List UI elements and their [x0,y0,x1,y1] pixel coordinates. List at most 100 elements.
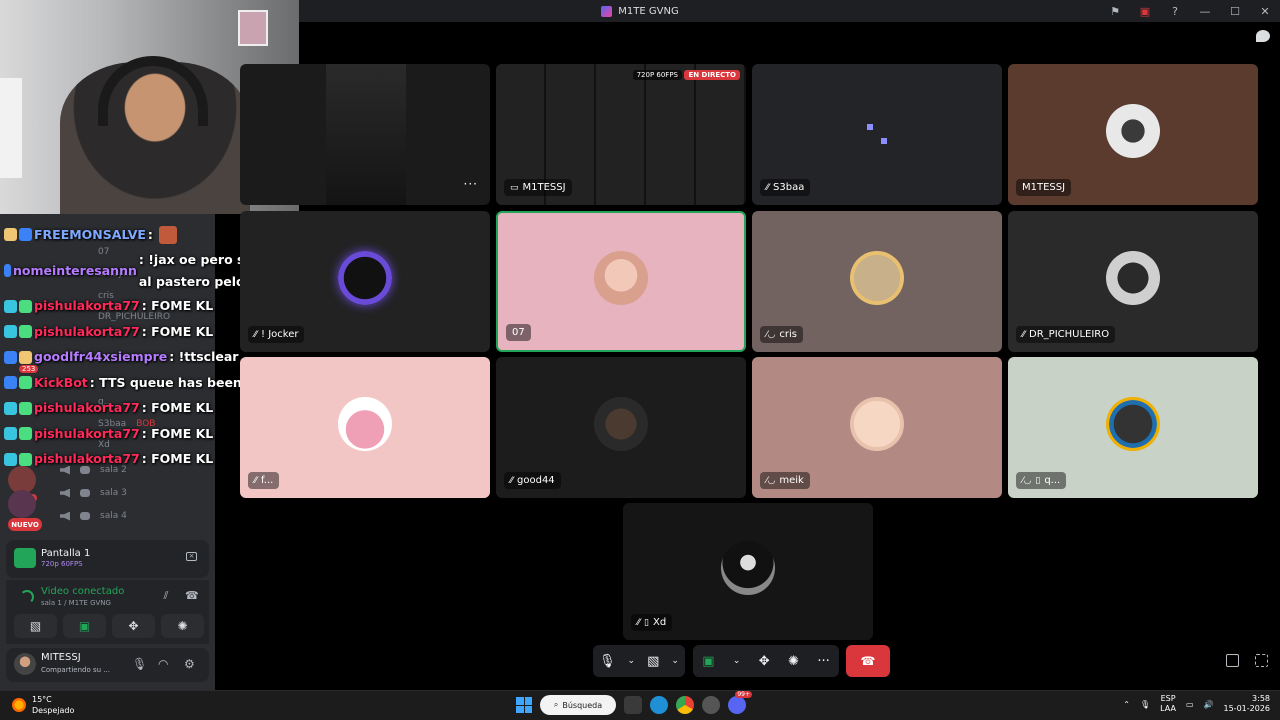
screen-icon: ▭ [510,182,519,193]
noise-suppression-icon[interactable]: ⫽ [160,590,172,602]
camera-off-icon[interactable]: ▧ [647,654,659,669]
task-view-icon[interactable] [624,696,642,714]
muted-mic-icon: ⁄⁄ [254,475,258,486]
video-tile[interactable]: ⁄⁄ DR_PICHULEIRO [1008,211,1258,352]
network-icon[interactable]: ▭ [1186,700,1194,709]
disconnect-button[interactable]: ☎ [846,645,890,677]
sub-badge-icon [19,299,32,313]
chrome-icon[interactable] [676,696,694,714]
voice-channel-path[interactable]: sala 1 / M1TE GVNG [41,599,111,607]
minimize-button[interactable]: — [1196,5,1214,18]
language-indicator[interactable]: ESP LAA [1160,694,1176,714]
search-icon: ⌕ [553,700,559,709]
tile-label: ⁄⁄ S3baa [760,179,811,196]
chat-text: : FOME KL [141,323,214,339]
settings-gear-icon[interactable]: ⚙ [184,657,195,671]
chat-username: pishulakorta77 [34,451,140,467]
pixel-icon [867,124,873,130]
disconnect-icon[interactable]: ☎ [185,590,199,602]
video-tile[interactable]: ⁄◡ meik [752,357,1002,498]
inbox-icon[interactable]: ▣ [1136,5,1154,18]
flag-icon[interactable]: ⚑ [1106,5,1124,18]
headphones-icon[interactable]: ◠ [158,657,168,671]
notification-badge: 99+ [735,691,752,698]
video-tile[interactable]: ⁄⁄ f... [240,357,490,498]
chevron-down-icon[interactable]: ⌄ [671,656,679,666]
voice-connection-panel: Video conectado sala 1 / M1TE GVNG ⫽ ☎ ▧… [6,580,209,644]
video-tile-stream[interactable]: 720P 60FPS EN DIRECTO ▭ M1TESSJ [496,64,746,205]
windows-taskbar: 15°C Despejado ⌕ Búsqueda 99+ ⌃ 🎙 ESP LAA … [0,690,1280,720]
search-box[interactable]: ⌕ Búsqueda [540,695,616,715]
channel-name: sala 4 [100,511,127,521]
voice-channel-sala-3[interactable]: sala 3 [60,488,127,498]
deafened-icon: ⁄◡ [766,329,776,340]
participant-name: DR_PICHULEIRO [1029,329,1110,340]
video-tile[interactable]: ⁄◡ ▯ q... [1008,357,1258,498]
volume-icon[interactable]: 🔊 [1204,700,1214,709]
close-button[interactable]: ✕ [1256,5,1274,18]
video-tile[interactable]: ⁄⁄ S3baa [752,64,1002,205]
chat-username: goodlfr44xsiempre [34,349,168,365]
obs-icon[interactable] [702,696,720,714]
chat-username: pishulakorta77 [34,400,140,416]
weather-description: Despejado [32,706,75,715]
chat-username: pishulakorta77 [34,425,140,441]
video-tile-camera[interactable]: ··· [240,64,490,205]
video-tile[interactable]: ⁄◡ cris [752,211,1002,352]
gift-badge-icon [4,427,17,441]
chevron-down-icon[interactable]: ⌄ [733,656,741,666]
video-tile[interactable]: M1TESSJ [1008,64,1258,205]
mobile-icon: ▯ [644,617,649,628]
chat-toggle-icon[interactable] [1256,30,1270,42]
gift-badge-icon [4,299,17,313]
chat-username: pishulakorta77 [34,323,140,339]
microphone-icon[interactable]: 🎙 [132,657,147,671]
people-icon [80,489,90,497]
connection-signal-icon[interactable] [20,590,34,604]
muted-mic-icon: ⁄⁄ [510,475,514,486]
video-tile-speaking[interactable]: 07 [496,211,746,352]
deafened-icon: ⁄◡ [766,475,776,486]
microphone-tray-icon[interactable]: 🎙 [1140,700,1150,709]
people-icon [80,512,90,520]
start-icon[interactable] [516,697,532,713]
soundboard-icon[interactable]: ✺ [788,654,799,669]
discord-icon[interactable]: 99+ [728,691,752,714]
title-bar-controls: ⚑ ▣ ? — ☐ ✕ [1106,0,1274,22]
voice-channel-sala-4[interactable]: sala 4 [60,511,127,521]
username[interactable]: MITESSJ [41,652,81,663]
mod-badge-icon [4,264,12,277]
help-icon[interactable]: ? [1166,5,1184,18]
screen-share-icon[interactable]: ▣ [702,654,714,669]
avatar[interactable] [14,653,36,675]
mod-badge-icon [4,376,17,390]
video-tile[interactable]: ⁄⁄! Jocker [240,211,490,352]
new-badge[interactable]: NUEVO [8,518,42,531]
stop-stream-icon[interactable]: × [186,552,197,561]
popout-icon[interactable] [1226,654,1239,667]
chevron-down-icon[interactable]: ⌄ [628,656,636,666]
video-tile[interactable]: ⁄⁄ ▯ Xd [623,503,873,640]
participant-name: 07 [512,327,525,338]
soundboard-button[interactable]: ✺ [161,614,204,638]
maximize-button[interactable]: ☐ [1226,5,1244,18]
chat-text: : FOME KL [141,298,214,314]
activities-button[interactable]: ✥ [112,614,155,638]
camera-off-button[interactable]: ▧ [14,614,57,638]
voice-status[interactable]: Video conectado [41,586,124,597]
edge-icon[interactable] [650,696,668,714]
participant-name: f... [261,475,274,486]
more-options-icon[interactable]: ··· [464,177,478,191]
camera-feed [326,64,406,205]
clock[interactable]: 3:58 15-01-2026 [1224,694,1271,714]
more-options-icon[interactable]: ··· [817,654,829,669]
microphone-icon[interactable]: 🎙 [599,654,616,669]
weather-widget[interactable]: 15°C Despejado [12,694,74,716]
activities-icon[interactable]: ✥ [759,654,770,669]
tile-label: ⁄⁄ ▯ Xd [631,614,673,631]
screen-share-button[interactable]: ▣ [63,614,106,638]
chevron-up-icon[interactable]: ⌃ [1123,700,1130,709]
server-icon[interactable] [8,490,36,518]
fullscreen-icon[interactable] [1255,654,1268,667]
video-tile[interactable]: ⁄⁄ good44 [496,357,746,498]
